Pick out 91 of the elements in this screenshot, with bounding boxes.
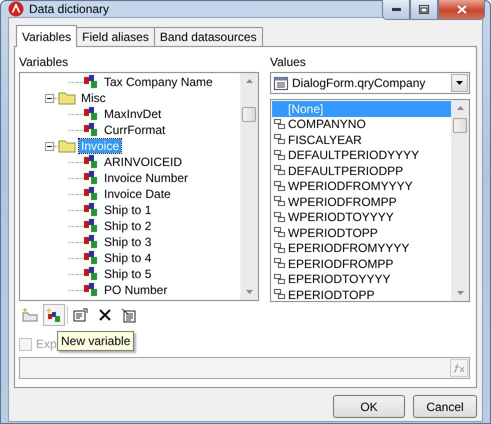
- variable-icon: [83, 235, 99, 249]
- new-variable-button[interactable]: [43, 304, 65, 326]
- scroll-down-icon[interactable]: [246, 290, 253, 294]
- app-icon: [8, 1, 24, 17]
- folder-icon: [58, 139, 76, 153]
- field-icon: [274, 165, 285, 176]
- tab[interactable]: Band datasources: [154, 27, 263, 47]
- field-icon: [274, 134, 285, 146]
- variable-item[interactable]: Ship to 1: [102, 203, 154, 217]
- value-item[interactable]: FISCALYEAR: [272, 132, 451, 148]
- value-item[interactable]: DEFAULTPERIODYYYY: [272, 148, 451, 163]
- value-item[interactable]: WPERIODFROMPP: [272, 194, 451, 210]
- field-icon: [274, 212, 285, 223]
- new-variable-icon: [46, 308, 62, 322]
- variable-item[interactable]: Invoice Date: [102, 187, 173, 201]
- variable-icon: [83, 283, 99, 297]
- variable-icon: [83, 171, 99, 185]
- minus-icon: [47, 144, 52, 148]
- value-item[interactable]: COMPANYNO: [272, 116, 451, 132]
- scrollbar[interactable]: [240, 73, 258, 300]
- field-icon: [274, 242, 285, 254]
- value-item[interactable]: WPERIODFROMYYYY: [272, 178, 451, 194]
- field-icon: [274, 258, 285, 270]
- field-icon: [274, 118, 285, 130]
- scroll-up-icon[interactable]: [246, 79, 253, 83]
- minimize-button[interactable]: [382, 0, 410, 20]
- collapse-toggle[interactable]: [45, 142, 54, 150]
- variable-item[interactable]: PO Number: [102, 283, 170, 297]
- variable-item[interactable]: MaxInvDet: [102, 107, 164, 121]
- field-icon: [274, 289, 285, 300]
- variable-item[interactable]: Ship to 2: [102, 219, 154, 233]
- scroll-down-icon[interactable]: [457, 291, 464, 295]
- variable-item[interactable]: Tax Company Name: [102, 75, 215, 89]
- properties-icon: [73, 308, 89, 322]
- value-item[interactable]: WPERIODTOPP: [272, 225, 451, 240]
- value-item[interactable]: DEFAULTPERIODPP: [272, 163, 451, 178]
- field-icon: [274, 180, 285, 192]
- tooltip: New variable: [57, 331, 134, 351]
- value-item[interactable]: EPERIODTOYYYY: [272, 272, 451, 287]
- variables-label: Variables: [19, 55, 70, 69]
- value-item[interactable]: WPERIODTOYYYY: [272, 210, 451, 225]
- caret-icon: [456, 81, 463, 85]
- maximize-button[interactable]: [410, 0, 438, 20]
- dialog-button[interactable]: OK: [333, 395, 405, 418]
- source-dropdown[interactable]: DialogForm.qryCompany: [270, 72, 470, 94]
- scroll-up-icon[interactable]: [457, 106, 464, 110]
- variable-icon: [83, 219, 99, 233]
- collapse-toggle[interactable]: [45, 94, 54, 102]
- new-folder-icon: [22, 308, 38, 322]
- variable-icon: [83, 75, 99, 89]
- minimize-icon: [392, 8, 400, 11]
- variable-item[interactable]: Ship to 4: [102, 251, 154, 265]
- list-edit-icon: [121, 308, 137, 322]
- value-item[interactable]: EPERIODFROMPP: [272, 256, 451, 272]
- scrollbar[interactable]: [451, 100, 469, 301]
- variable-item[interactable]: CurrFormat: [102, 123, 168, 137]
- field-icon: [274, 227, 285, 238]
- value-item[interactable]: EPERIODFROMYYYY: [272, 240, 451, 256]
- variable-icon: [83, 267, 99, 281]
- window-title: Data dictionary: [29, 2, 110, 16]
- variable-icon: [83, 251, 99, 265]
- value-item[interactable]: EPERIODTOPP: [272, 287, 451, 301]
- folder-item[interactable]: Misc: [79, 91, 108, 105]
- minus-icon: [47, 96, 52, 100]
- checkbox-label: Exp: [36, 337, 57, 351]
- variable-icon: [83, 107, 99, 121]
- folder-icon: [58, 91, 76, 105]
- field-icon: [274, 150, 285, 161]
- variable-item[interactable]: Invoice Number: [102, 171, 190, 185]
- table-icon: [274, 76, 288, 90]
- variable-icon: [83, 203, 99, 217]
- delete-icon: [99, 309, 111, 321]
- field-icon: [274, 196, 285, 208]
- variable-item[interactable]: Ship to 5: [102, 267, 154, 281]
- variable-item[interactable]: Ship to 3: [102, 235, 154, 249]
- maximize-icon: [419, 5, 429, 14]
- values-label: Values: [270, 55, 307, 69]
- scroll-thumb[interactable]: [242, 107, 256, 122]
- scroll-thumb[interactable]: [453, 118, 467, 133]
- field-icon: [274, 274, 285, 285]
- tab[interactable]: Variables: [16, 25, 78, 47]
- dialog-button[interactable]: Cancel: [413, 395, 477, 418]
- close-button[interactable]: [438, 0, 485, 20]
- variable-item[interactable]: ARINVOICEID: [102, 155, 184, 169]
- close-icon: [456, 5, 466, 14]
- fx-icon: [453, 363, 465, 373]
- expression-field[interactable]: [19, 357, 470, 379]
- variable-icon: [83, 155, 99, 169]
- variable-icon: [83, 187, 99, 201]
- function-button[interactable]: [450, 359, 468, 377]
- variable-icon: [83, 123, 99, 137]
